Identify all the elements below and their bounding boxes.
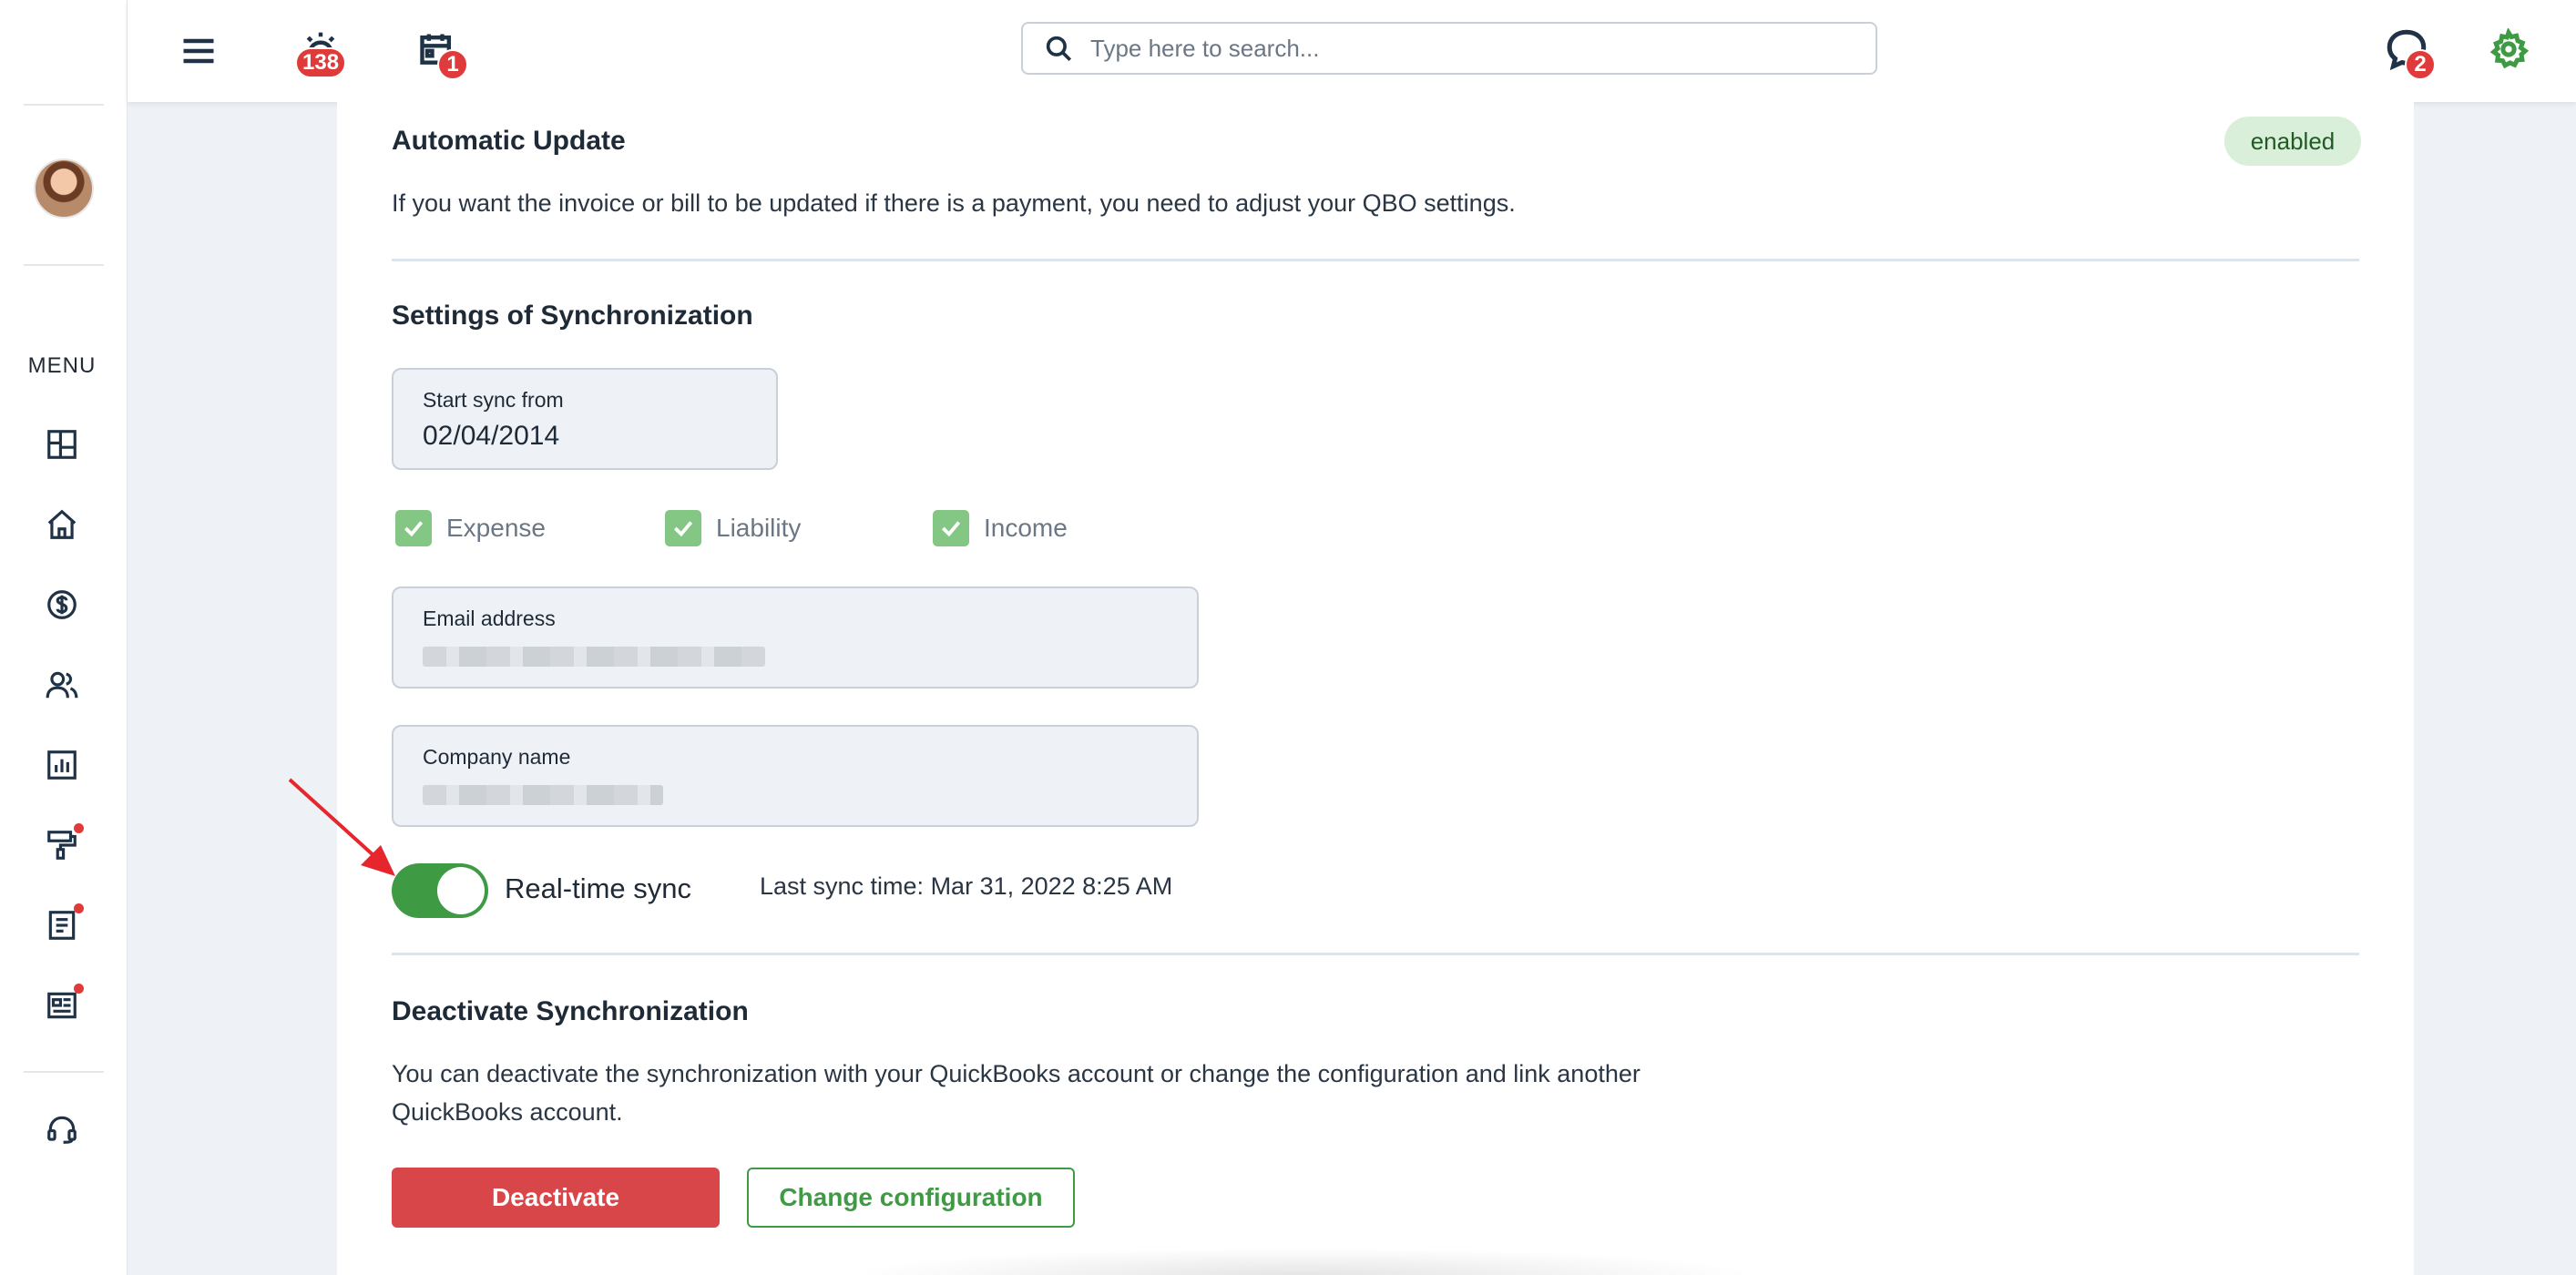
checkmark-icon [941, 521, 961, 537]
sidebar-divider [24, 264, 104, 266]
avatar[interactable] [34, 158, 94, 219]
checkbox-label: Expense [446, 514, 546, 542]
email-field[interactable]: Email address [392, 586, 1199, 688]
checkbox-label: Liability [716, 514, 802, 542]
deactivate-description-line1: You can deactivate the synchronization w… [392, 1060, 1641, 1087]
paint-roller-icon [47, 831, 77, 860]
section-divider [392, 259, 2359, 261]
checkbox-expense[interactable]: Expense [395, 510, 546, 546]
notification-dot [74, 823, 84, 833]
home-icon [47, 509, 77, 539]
start-sync-label: Start sync from [423, 388, 564, 412]
report-chart-icon [47, 750, 77, 780]
users-icon [46, 671, 78, 699]
sidebar-item-services[interactable] [42, 823, 84, 865]
calendar-count-badge: 1 [437, 49, 468, 80]
checkbox-income[interactable]: Income [933, 510, 1068, 546]
sidebar-item-support[interactable] [42, 1109, 82, 1149]
dollar-icon [47, 590, 77, 619]
chat-button[interactable]: 2 [2377, 20, 2436, 80]
notification-dot [74, 984, 84, 994]
realtime-sync-label: Real-time sync [505, 872, 691, 904]
company-label: Company name [423, 745, 571, 769]
automatic-update-description: If you want the invoice or bill to be up… [392, 189, 1516, 217]
deactivate-button[interactable]: Deactivate [392, 1168, 720, 1228]
notification-dot [74, 903, 84, 913]
status-badge: enabled [2224, 117, 2361, 166]
alarm-button[interactable]: 138 [293, 22, 348, 78]
search-box[interactable] [1021, 22, 1877, 75]
hamburger-menu-button[interactable] [173, 26, 224, 76]
sidebar-item-reports[interactable] [42, 745, 82, 785]
calendar-button[interactable]: 1 [410, 22, 468, 80]
gear-icon [2489, 28, 2530, 69]
search-icon [1046, 36, 1072, 62]
menu-label: MENU [27, 353, 97, 378]
alarm-count-badge: 138 [295, 47, 347, 78]
change-configuration-button[interactable]: Change configuration [747, 1168, 1075, 1228]
company-name-field[interactable]: Company name [392, 725, 1199, 827]
toggle-knob [437, 867, 485, 914]
sidebar-item-users[interactable] [42, 665, 82, 705]
dashboard-icon [47, 430, 77, 459]
search-input[interactable] [1090, 34, 1837, 63]
start-sync-date-field[interactable]: Start sync from 02/04/2014 [392, 368, 778, 470]
checkmark-icon [673, 521, 693, 537]
checkbox-box[interactable] [395, 510, 432, 546]
sidebar-divider [24, 104, 104, 106]
email-label: Email address [423, 607, 556, 630]
checkbox-liability[interactable]: Liability [665, 510, 801, 546]
settings-button[interactable] [2481, 22, 2536, 76]
hamburger-icon [183, 38, 214, 64]
checkbox-box[interactable] [665, 510, 701, 546]
sidebar-divider [24, 1071, 104, 1073]
news-icon [47, 992, 77, 1019]
checkmark-icon [404, 521, 424, 537]
sidebar-item-news[interactable] [42, 984, 84, 1025]
checkbox-label: Income [984, 514, 1068, 542]
document-icon [48, 911, 76, 940]
sidebar-item-finance[interactable] [42, 585, 82, 625]
headset-icon [47, 1116, 77, 1144]
sidebar-item-dashboard[interactable] [42, 424, 82, 464]
start-sync-value: 02/04/2014 [423, 421, 560, 451]
section-divider [392, 953, 2359, 955]
chat-count-badge: 2 [2405, 49, 2436, 80]
last-sync-time: Last sync time: Mar 31, 2022 8:25 AM [760, 872, 1173, 900]
topbar: 138 1 2 [128, 0, 2576, 102]
deactivate-description-line2: QuickBooks account. [392, 1098, 623, 1126]
automatic-update-title: Automatic Update [392, 126, 626, 156]
sync-settings-title: Settings of Synchronization [392, 301, 753, 331]
sidebar: MENU [0, 0, 128, 1275]
sidebar-item-documents[interactable] [42, 903, 84, 945]
sidebar-item-home[interactable] [42, 505, 82, 545]
annotation-arrow-icon [288, 778, 395, 876]
deactivate-title: Deactivate Synchronization [392, 996, 749, 1026]
sync-settings-card: Automatic Update enabled If you want the… [337, 102, 2414, 1275]
redacted-company-value [423, 785, 663, 805]
redacted-email-value [423, 647, 765, 667]
checkbox-box[interactable] [933, 510, 969, 546]
